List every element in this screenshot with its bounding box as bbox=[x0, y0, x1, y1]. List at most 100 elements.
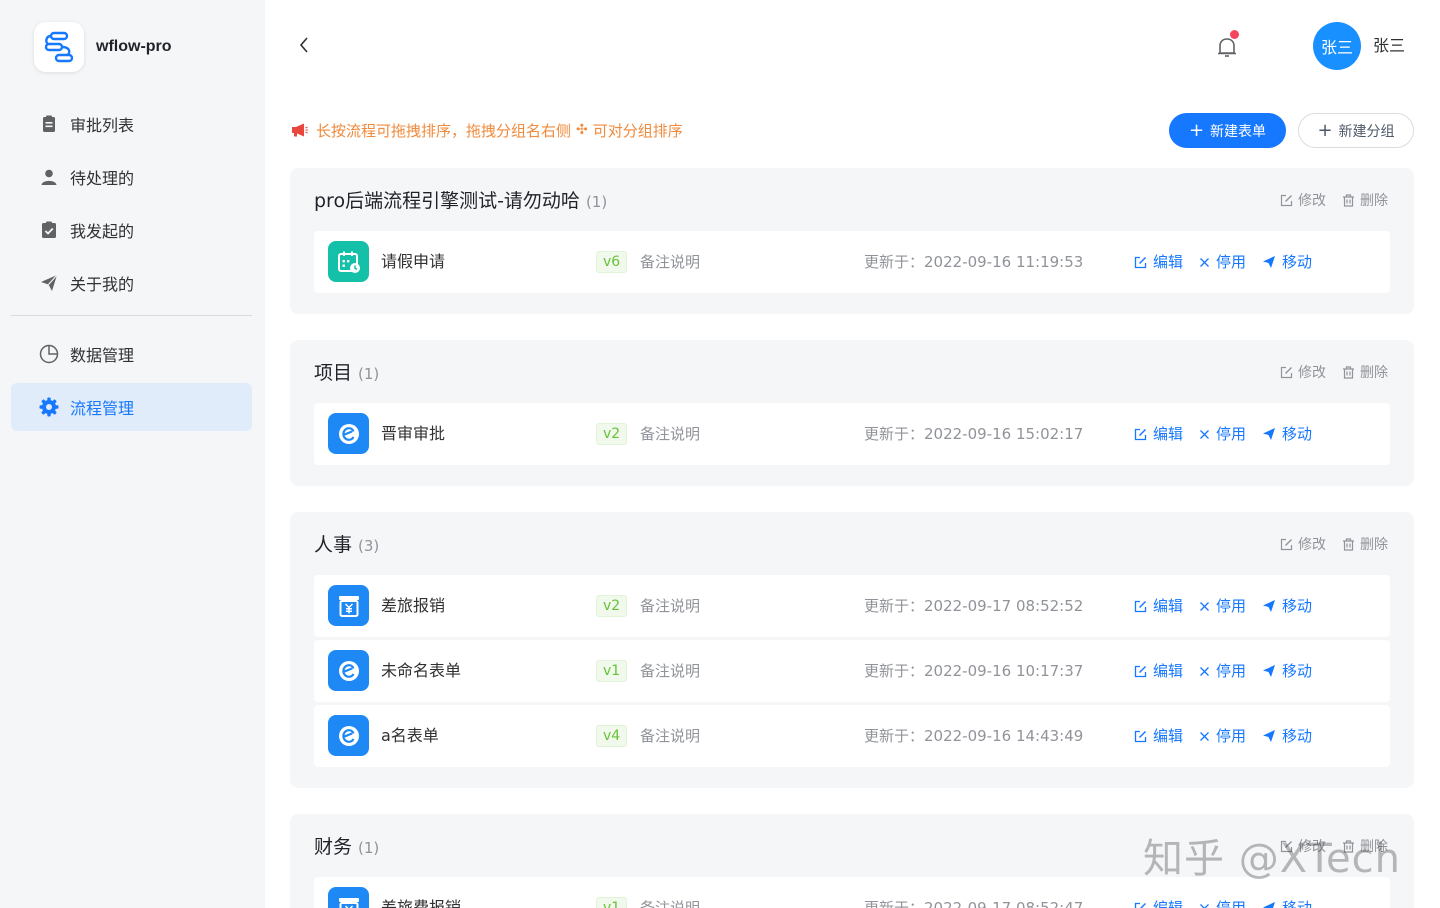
plus-icon: + bbox=[1188, 119, 1205, 141]
row-actions: 编辑 停用 移动 bbox=[1134, 724, 1328, 748]
group-card[interactable]: 项目 (1) 修改 删除 晋审审批 v2 备注说明 更新于：2022-09-16… bbox=[290, 340, 1414, 486]
edit-group-button[interactable]: 修改 bbox=[1280, 534, 1326, 554]
move-button[interactable]: 移动 bbox=[1262, 594, 1312, 618]
avatar[interactable]: 张三 bbox=[1313, 22, 1361, 70]
gear-icon bbox=[39, 397, 59, 417]
edit-button[interactable]: 编辑 bbox=[1134, 422, 1183, 446]
disable-button[interactable]: 停用 bbox=[1199, 422, 1246, 446]
paper-plane-icon bbox=[1263, 665, 1276, 677]
form-name: 差旅报销 bbox=[381, 596, 446, 615]
edit-group-button[interactable]: 修改 bbox=[1280, 190, 1326, 210]
delete-group-button[interactable]: 删除 bbox=[1342, 190, 1388, 210]
chevron-left-icon bbox=[299, 37, 308, 53]
edit-icon bbox=[1134, 902, 1147, 908]
version-badge: v1 bbox=[596, 660, 628, 682]
edit-button[interactable]: 编辑 bbox=[1134, 724, 1183, 748]
drag-tip: 长按流程可拖拽排序，拖拽分组名右侧 ✣ 可对分组排序 bbox=[290, 118, 683, 142]
form-name: a名表单 bbox=[381, 726, 439, 745]
sidebar-item-initiated[interactable]: 我发起的 bbox=[11, 206, 252, 254]
edit-icon bbox=[1280, 366, 1293, 378]
disable-button[interactable]: 停用 bbox=[1199, 724, 1246, 748]
move-icon: ✣ bbox=[576, 122, 588, 138]
table-row[interactable]: 差旅报销 v2 备注说明 更新于：2022-09-17 08:52:52 编辑 … bbox=[314, 575, 1390, 637]
group-actions: 修改 删除 bbox=[1264, 190, 1388, 210]
edit-button[interactable]: 编辑 bbox=[1134, 594, 1183, 618]
form-remark: 备注说明 bbox=[640, 253, 701, 271]
delete-group-button[interactable]: 删除 bbox=[1342, 362, 1388, 382]
sidebar-item-label: 待处理的 bbox=[70, 169, 135, 188]
edit-button[interactable]: 编辑 bbox=[1134, 896, 1183, 908]
sidebar-item-label: 数据管理 bbox=[70, 346, 135, 365]
table-row[interactable]: 晋审审批 v2 备注说明 更新于：2022-09-16 15:02:17 编辑 … bbox=[314, 403, 1390, 465]
group-title: 项目 bbox=[314, 362, 353, 384]
updated-time: 更新于：2022-09-16 10:17:37 bbox=[864, 662, 1084, 680]
user-name[interactable]: 张三 bbox=[1373, 34, 1405, 58]
row-actions: 编辑 停用 移动 bbox=[1134, 659, 1328, 683]
edit-group-button[interactable]: 修改 bbox=[1280, 362, 1326, 382]
sidebar-item-data-management[interactable]: 数据管理 bbox=[11, 330, 252, 378]
sidebar-item-about-me[interactable]: 关于我的 bbox=[11, 259, 252, 307]
group-title: 人事 bbox=[314, 534, 353, 556]
group-count: (1) bbox=[585, 193, 608, 211]
edit-icon bbox=[1280, 194, 1293, 206]
new-group-button[interactable]: + 新建分组 bbox=[1298, 113, 1414, 148]
sidebar-item-process-management[interactable]: 流程管理 bbox=[11, 383, 252, 431]
logo[interactable]: wflow-pro bbox=[34, 22, 172, 72]
paper-plane-icon bbox=[1263, 256, 1276, 268]
form-name: 晋审审批 bbox=[381, 424, 446, 443]
app-name: wflow-pro bbox=[96, 38, 172, 55]
sidebar-item-approval-list[interactable]: 审批列表 bbox=[11, 100, 252, 148]
edit-icon bbox=[1134, 428, 1147, 440]
notification-button[interactable] bbox=[1214, 30, 1240, 60]
disable-button[interactable]: 停用 bbox=[1199, 594, 1246, 618]
paper-plane-icon bbox=[39, 273, 59, 293]
version-badge: v1 bbox=[596, 897, 628, 908]
edit-button[interactable]: 编辑 bbox=[1134, 659, 1183, 683]
sidebar: wflow-pro 审批列表 待处理的 我发起的 关于我的 数据管理 流程管理 bbox=[0, 0, 265, 908]
notification-dot bbox=[1230, 30, 1239, 39]
menu-divider bbox=[11, 315, 252, 316]
group-card[interactable]: pro后端流程引擎测试-请勿动哈 (1) 修改 删除 请假申请 v6 备注说明 … bbox=[290, 168, 1414, 314]
form-name: 未命名表单 bbox=[381, 661, 462, 680]
table-row[interactable]: 请假申请 v6 备注说明 更新于：2022-09-16 11:19:53 编辑 … bbox=[314, 231, 1390, 293]
form-remark: 备注说明 bbox=[640, 597, 701, 615]
delete-group-button[interactable]: 删除 bbox=[1342, 534, 1388, 554]
plus-icon: + bbox=[1317, 119, 1333, 141]
new-form-button[interactable]: + 新建表单 bbox=[1169, 113, 1286, 148]
paper-plane-icon bbox=[1263, 730, 1276, 742]
group-card[interactable]: 人事 (3) 修改 删除 差旅报销 v2 备注说明 更新于：2022-09-17… bbox=[290, 512, 1414, 788]
edit-icon bbox=[1280, 538, 1293, 550]
form-e-icon bbox=[328, 715, 369, 756]
group-title: pro后端流程引擎测试-请勿动哈 bbox=[314, 190, 580, 212]
checked-clipboard-icon bbox=[39, 220, 59, 240]
move-button[interactable]: 移动 bbox=[1262, 250, 1312, 274]
edit-icon bbox=[1134, 665, 1147, 677]
user-icon bbox=[39, 167, 59, 187]
move-button[interactable]: 移动 bbox=[1262, 724, 1312, 748]
form-remark: 备注说明 bbox=[640, 899, 701, 908]
row-actions: 编辑 停用 移动 bbox=[1134, 250, 1328, 274]
disable-button[interactable]: 停用 bbox=[1199, 250, 1246, 274]
main-menu: 审批列表 待处理的 我发起的 关于我的 数据管理 流程管理 bbox=[11, 100, 252, 436]
form-e-icon bbox=[328, 650, 369, 691]
group-count: (1) bbox=[358, 839, 380, 857]
back-button[interactable] bbox=[293, 34, 315, 56]
move-button[interactable]: 移动 bbox=[1262, 659, 1312, 683]
edit-button[interactable]: 编辑 bbox=[1134, 250, 1183, 274]
disable-button[interactable]: 停用 bbox=[1199, 659, 1246, 683]
move-button[interactable]: 移动 bbox=[1262, 896, 1312, 908]
group-header: 人事 (3) bbox=[314, 530, 379, 556]
paper-plane-icon bbox=[1263, 428, 1276, 440]
close-icon bbox=[1200, 601, 1209, 611]
sidebar-item-pending[interactable]: 待处理的 bbox=[11, 153, 252, 201]
disable-button[interactable]: 停用 bbox=[1199, 896, 1246, 908]
updated-time: 更新于：2022-09-16 15:02:17 bbox=[864, 425, 1084, 443]
group-header: 财务 (1) bbox=[314, 832, 379, 858]
updated-time: 更新于：2022-09-16 11:19:53 bbox=[864, 253, 1084, 271]
sidebar-item-label: 关于我的 bbox=[70, 275, 135, 294]
table-row[interactable]: 未命名表单 v1 备注说明 更新于：2022-09-16 10:17:37 编辑… bbox=[314, 640, 1390, 702]
table-row[interactable]: a名表单 v4 备注说明 更新于：2022-09-16 14:43:49 编辑 … bbox=[314, 705, 1390, 767]
form-name: 请假申请 bbox=[381, 252, 446, 271]
group-header: pro后端流程引擎测试-请勿动哈 (1) bbox=[314, 186, 607, 212]
move-button[interactable]: 移动 bbox=[1262, 422, 1312, 446]
